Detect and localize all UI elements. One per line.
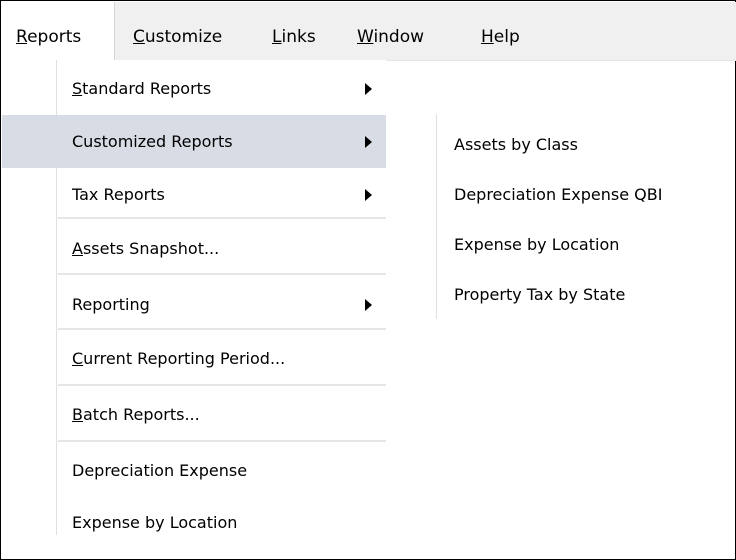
menu-item-label: Batch Reports... (72, 388, 200, 441)
triangle-right-icon (365, 82, 372, 95)
menu-item-label: Depreciation Expense (72, 444, 247, 497)
menu-links-label: inks (281, 27, 316, 47)
menu-item-standard-reports[interactable]: Standard Reports (2, 62, 386, 115)
label-text: Reporting (72, 295, 150, 314)
label-text: Depreciation Expense (72, 461, 248, 480)
menu-reports[interactable]: Reports (2, 2, 115, 60)
application-window: Reports Customize Links Window Help Stan… (0, 0, 736, 560)
menu-reports-mnemonic: R (16, 27, 28, 47)
menu-item-label: Tax Reports (72, 168, 165, 221)
label-text: atch Reports... (82, 405, 200, 424)
mnemonic-letter: B (72, 405, 83, 424)
menu-item-label: Standard Reports (72, 62, 211, 115)
submenu-item-label: Depreciation Expense QBI (454, 184, 663, 204)
reports-dropdown-menu: Standard Reports Customized Reports Tax … (2, 60, 386, 559)
menu-item-depreciation-expense[interactable]: Depreciation Expense (2, 444, 386, 497)
menu-help[interactable]: Help (481, 2, 520, 60)
menu-help-label: elp (493, 27, 520, 47)
menu-item-label: Customized Reports (72, 115, 233, 168)
menu-reports-label: eports (27, 27, 82, 47)
menu-item-assets-snapshot[interactable]: Assets Snapshot... (2, 222, 386, 275)
menu-window-label: indow (373, 27, 425, 47)
submenu-item-label: Assets by Class (454, 134, 578, 154)
menu-item-reporting[interactable]: Reporting (2, 278, 386, 331)
submenu-item-expense-by-location[interactable]: Expense by Location (436, 219, 735, 269)
mnemonic-letter: S (72, 79, 83, 98)
menu-item-batch-reports[interactable]: Batch Reports... (2, 388, 386, 441)
submenu-item-depreciation-expense-qbi[interactable]: Depreciation Expense QBI (436, 169, 735, 219)
menu-help-mnemonic: H (481, 27, 494, 47)
label-text: Tax Reports (72, 185, 165, 204)
menu-item-label: Expense by Location (72, 496, 237, 549)
menu-links[interactable]: Links (272, 2, 316, 60)
triangle-right-icon (365, 298, 372, 311)
label-text: ssets Snapshot... (82, 239, 220, 258)
submenu-item-label: Expense by Location (454, 234, 620, 254)
triangle-right-icon (365, 188, 372, 201)
submenu-item-assets-by-class[interactable]: Assets by Class (436, 119, 735, 169)
label-text: tandard Reports (82, 79, 212, 98)
mnemonic-letter: A (72, 239, 83, 258)
customized-reports-submenu: Assets by Class Depreciation Expense QBI… (436, 114, 735, 319)
menu-customize[interactable]: Customize (133, 2, 222, 60)
menu-separator (58, 217, 386, 219)
menu-bar: Reports Customize Links Window Help (2, 2, 736, 61)
menu-separator (58, 273, 386, 275)
menu-item-label: Assets Snapshot... (72, 222, 219, 275)
menu-separator (58, 440, 386, 442)
menu-separator (58, 328, 386, 330)
menu-window-mnemonic: W (357, 27, 374, 47)
menu-item-customized-reports[interactable]: Customized Reports (2, 115, 386, 168)
triangle-right-icon (365, 135, 372, 148)
menu-item-tax-reports[interactable]: Tax Reports (2, 168, 386, 221)
menu-item-current-reporting-period[interactable]: Current Reporting Period... (2, 332, 386, 385)
submenu-item-property-tax-by-state[interactable]: Property Tax by State (436, 269, 735, 319)
menu-item-label: Reporting (72, 278, 150, 331)
menu-customize-label: ustomize (144, 27, 223, 47)
label-text: Customized Reports (72, 132, 233, 151)
menu-item-label: Current Reporting Period... (72, 332, 285, 385)
menu-window[interactable]: Window (357, 2, 424, 60)
menu-customize-mnemonic: C (133, 27, 145, 47)
label-text: Expense by Location (72, 513, 238, 532)
label-text: urrent Reporting Period... (83, 349, 286, 368)
menu-separator (58, 384, 386, 386)
submenu-item-label: Property Tax by State (454, 284, 626, 304)
mnemonic-letter: C (72, 349, 84, 368)
menu-item-expense-by-location[interactable]: Expense by Location (2, 496, 386, 549)
